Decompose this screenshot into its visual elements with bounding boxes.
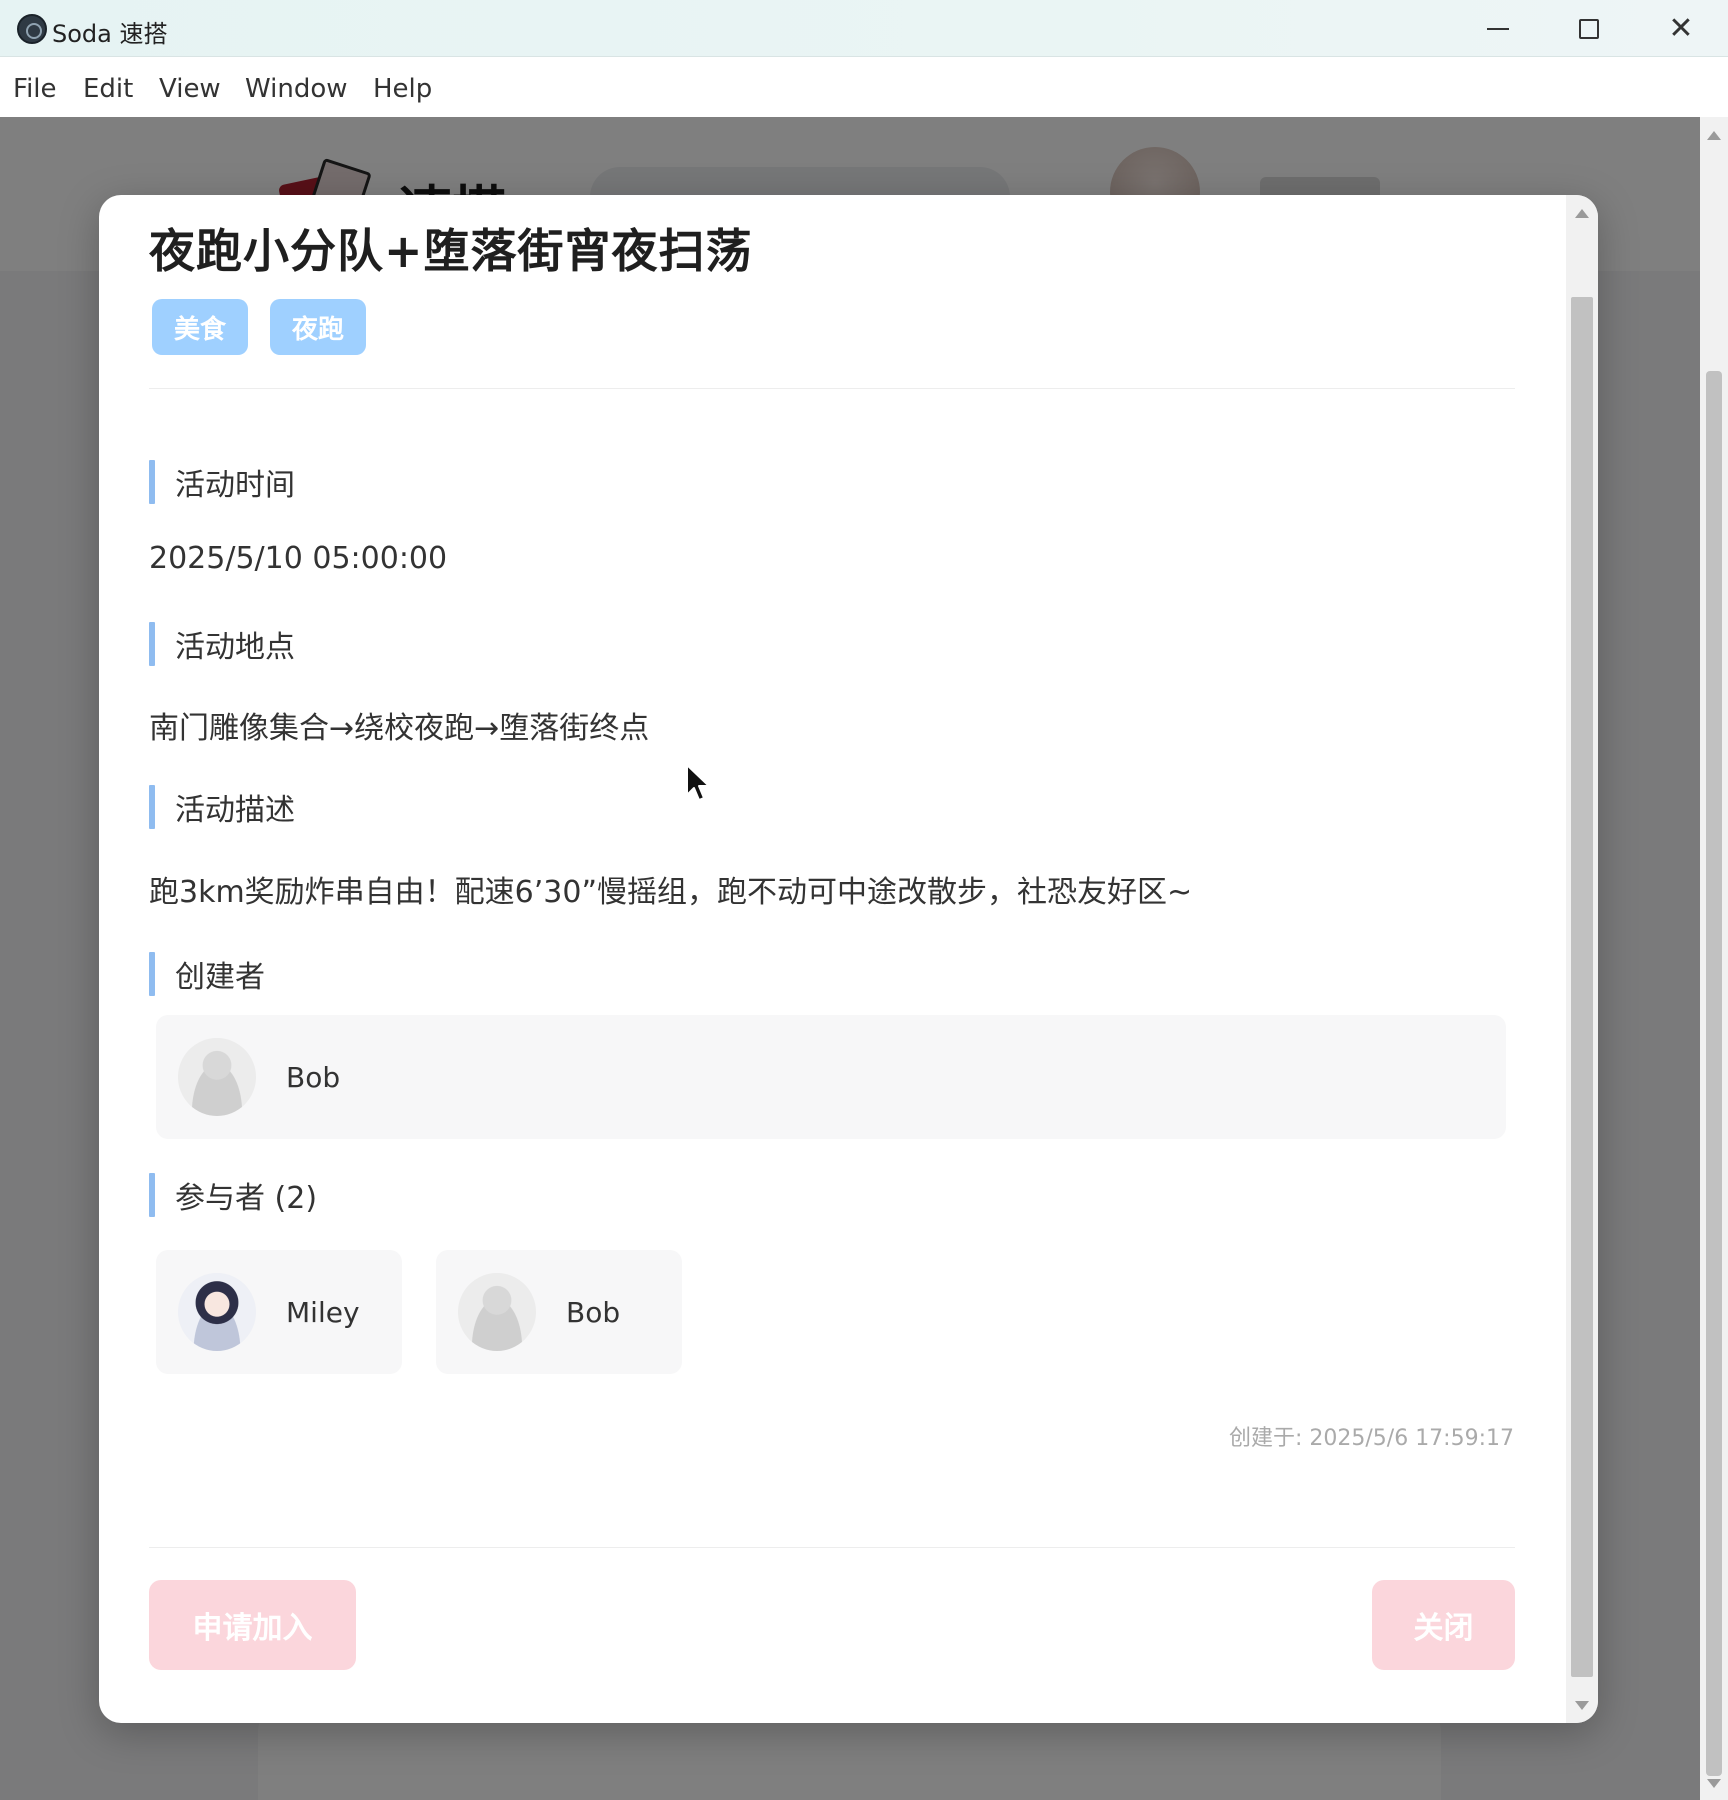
section-bar xyxy=(149,785,155,829)
participant-name: Miley xyxy=(286,1295,360,1329)
activity-detail-modal: 夜跑小分队+堕落街宵夜扫荡 美食 夜跑 活动时间 2025/5/10 05:00… xyxy=(99,195,1598,1723)
scrollbar-thumb[interactable] xyxy=(1706,371,1722,1776)
scroll-down-icon[interactable] xyxy=(1575,1701,1589,1710)
section-bar xyxy=(149,1173,155,1217)
minimize-icon xyxy=(1487,28,1509,30)
scroll-up-icon[interactable] xyxy=(1575,209,1589,218)
window-scrollbar[interactable] xyxy=(1700,117,1728,1800)
section-description-heading: 活动描述 xyxy=(149,785,295,829)
avatar xyxy=(178,1273,256,1351)
creator-name: Bob xyxy=(286,1060,341,1094)
activity-time-value: 2025/5/10 05:00:00 xyxy=(149,541,448,576)
divider xyxy=(149,388,1515,389)
apply-join-button[interactable]: 申请加入 xyxy=(149,1580,356,1670)
avatar xyxy=(458,1273,536,1351)
scroll-down-icon[interactable] xyxy=(1707,1779,1721,1788)
title-bar: Soda 速搭 ✕ xyxy=(0,0,1728,57)
app-icon xyxy=(17,14,47,44)
participant-card[interactable]: Miley xyxy=(156,1250,402,1374)
participant-card[interactable]: Bob xyxy=(436,1250,682,1374)
section-time-heading: 活动时间 xyxy=(149,460,295,504)
participant-name: Bob xyxy=(566,1295,621,1329)
divider xyxy=(149,1547,1515,1548)
minimize-button[interactable] xyxy=(1462,6,1534,52)
menu-window[interactable]: Window xyxy=(245,74,348,104)
window-title: Soda 速搭 xyxy=(52,20,168,48)
section-bar xyxy=(149,460,155,504)
menu-edit[interactable]: Edit xyxy=(83,74,133,104)
menu-help[interactable]: Help xyxy=(373,74,432,104)
section-bar xyxy=(149,952,155,996)
menu-bar: File Edit View Window Help xyxy=(0,58,1728,117)
close-icon: ✕ xyxy=(1668,11,1694,46)
created-at-timestamp: 创建于: 2025/5/6 17:59:17 xyxy=(1228,1426,1514,1451)
section-location-heading: 活动地点 xyxy=(149,622,295,666)
modal-scrollbar[interactable] xyxy=(1566,195,1598,1723)
scrollbar-thumb[interactable] xyxy=(1571,297,1593,1677)
tag-food: 美食 xyxy=(152,299,248,355)
section-creator-heading: 创建者 xyxy=(149,952,265,996)
activity-title: 夜跑小分队+堕落街宵夜扫荡 xyxy=(149,224,753,278)
section-bar xyxy=(149,622,155,666)
close-window-button[interactable]: ✕ xyxy=(1645,6,1717,52)
scroll-up-icon[interactable] xyxy=(1707,131,1721,140)
section-participants-heading: 参与者 (2) xyxy=(149,1173,317,1217)
tag-night-run: 夜跑 xyxy=(270,299,366,355)
maximize-button[interactable] xyxy=(1553,6,1625,52)
avatar xyxy=(178,1038,256,1116)
creator-card[interactable]: Bob xyxy=(156,1015,1506,1139)
maximize-icon xyxy=(1579,19,1599,39)
menu-file[interactable]: File xyxy=(13,74,57,104)
activity-location-value: 南门雕像集合→绕校夜跑→堕落街终点 xyxy=(149,711,650,746)
close-modal-button[interactable]: 关闭 xyxy=(1372,1580,1515,1670)
activity-description-value: 跑3km奖励炸串自由！配速6’30”慢摇组，跑不动可中途改散步，社恐友好区~ xyxy=(149,875,1193,910)
menu-view[interactable]: View xyxy=(159,74,221,104)
